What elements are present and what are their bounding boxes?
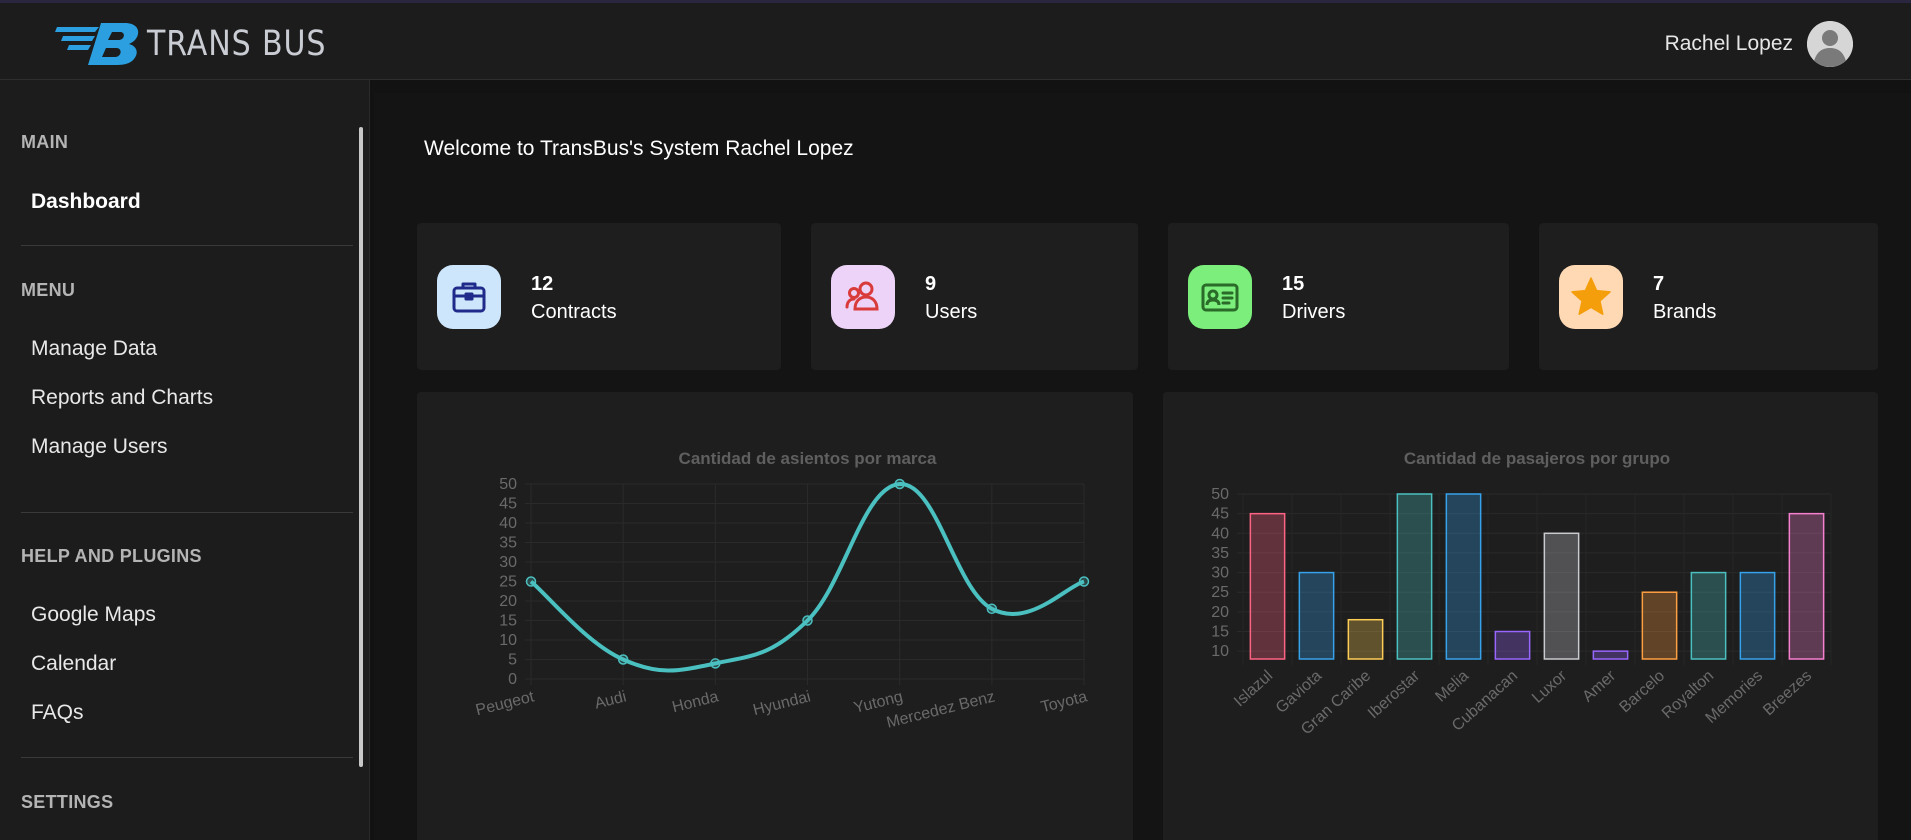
sidebar-item-reports-and-charts[interactable]: Reports and Charts	[31, 386, 213, 410]
divider	[21, 757, 353, 758]
chart-title: Cantidad de pasajeros por grupo	[1404, 449, 1670, 468]
y-tick-label: 35	[499, 535, 517, 552]
welcome-message: Welcome to TransBus's System Rachel Lope…	[424, 137, 854, 160]
divider	[21, 245, 353, 246]
bar	[1543, 532, 1580, 660]
brand-name: TRANS BUS	[147, 24, 327, 64]
top-bar: TRANS BUS Rachel Lopez	[0, 0, 1911, 80]
contracts-count: 12	[531, 273, 554, 295]
y-tick-label: 10	[1211, 643, 1229, 660]
y-tick-label: 30	[499, 554, 517, 571]
x-tick-label: Hyundai	[751, 688, 812, 719]
stat-card-users[interactable]: 9 Users	[811, 223, 1138, 370]
x-tick-label: Peugeot	[474, 688, 536, 719]
sidebar-item-manage-data[interactable]: Manage Data	[31, 337, 157, 361]
x-tick-label: Luxor	[1529, 667, 1571, 707]
star-icon	[1559, 265, 1623, 329]
data-point	[986, 603, 998, 615]
user-name: Rachel Lopez	[1664, 32, 1793, 55]
stat-card-brands[interactable]: 7 Brands	[1539, 223, 1878, 370]
y-tick-label: 35	[1211, 545, 1229, 562]
seats-by-brand-line-chart[interactable]: Cantidad de asientos por marca 0 5 10 15 20 25…	[417, 392, 1133, 840]
divider	[21, 512, 353, 513]
data-point	[617, 654, 629, 665]
y-tick-label: 25	[1211, 584, 1229, 601]
y-tick-label: 5	[508, 652, 517, 669]
data-point	[802, 615, 813, 626]
bar	[1494, 630, 1531, 660]
y-tick-label: 40	[1211, 525, 1229, 542]
y-tick-label: 20	[499, 593, 517, 610]
bar	[1739, 571, 1776, 660]
section-title-main: MAIN	[21, 132, 69, 152]
section-title-help-and-plugins: HELP AND PLUGINS	[21, 546, 202, 566]
sidebar-scrollbar[interactable]	[359, 127, 363, 767]
passengers-by-group-bar-chart[interactable]: Cantidad de pasajeros por grupo 10 15 20 25 3…	[1163, 392, 1878, 840]
bar	[1592, 650, 1629, 660]
x-tick-label: Iberostar	[1365, 667, 1424, 722]
data-point	[894, 478, 905, 490]
users-label: Users	[925, 301, 978, 323]
bar	[1347, 618, 1384, 660]
drivers-count: 15	[1282, 273, 1305, 295]
passengers-by-group-panel: Cantidad de pasajeros por grupo 10 15 20 25 3…	[1163, 392, 1878, 840]
seats-by-brand-panel: Cantidad de asientos por marca 0 5 10 15 20 25…	[417, 392, 1133, 840]
stat-card-drivers[interactable]: 15 Drivers	[1168, 223, 1509, 370]
bar	[1788, 512, 1825, 660]
y-tick-label: 25	[499, 574, 517, 591]
y-tick-label: 15	[1211, 624, 1229, 641]
briefcase-icon	[437, 265, 501, 329]
bar	[1298, 571, 1335, 660]
y-tick-label: 0	[508, 671, 517, 688]
brand-logo[interactable]: TRANS BUS	[55, 21, 356, 67]
y-tick-label: 50	[499, 476, 517, 493]
x-tick-label: Toyota	[1039, 688, 1089, 716]
bar	[1690, 571, 1727, 660]
id-card-icon	[1188, 265, 1252, 329]
data-point	[710, 658, 721, 669]
bar	[1641, 591, 1678, 660]
bar	[1445, 493, 1482, 660]
data-point	[525, 576, 537, 587]
drivers-label: Drivers	[1282, 301, 1346, 323]
brands-label: Brands	[1653, 301, 1717, 323]
sidebar-item-google-maps[interactable]: Google Maps	[31, 603, 156, 627]
y-tick-label: 15	[499, 613, 517, 630]
y-tick-label: 50	[1211, 486, 1229, 503]
y-tick-label: 20	[1211, 604, 1229, 621]
sidebar-item-dashboard[interactable]: Dashboard	[31, 190, 141, 214]
bus-logo-icon	[55, 23, 139, 65]
sidebar-item-manage-users[interactable]: Manage Users	[31, 435, 168, 459]
section-title-settings: SETTINGS	[21, 792, 114, 812]
bar	[1249, 512, 1286, 660]
section-title-menu: MENU	[21, 280, 76, 300]
user-menu[interactable]: Rachel Lopez	[1665, 21, 1853, 67]
users-icon	[831, 265, 895, 329]
y-tick-label: 30	[1211, 565, 1229, 582]
data-point	[1078, 576, 1090, 587]
sidebar-item-faqs[interactable]: FAQs	[31, 701, 84, 725]
user-avatar-icon	[1807, 21, 1853, 67]
x-tick-label: Amer	[1579, 667, 1619, 706]
x-tick-label: Melia	[1432, 667, 1472, 705]
x-tick-label: Audi	[593, 688, 628, 712]
x-tick-label: Islazul	[1231, 667, 1276, 710]
y-tick-label: 10	[499, 632, 517, 649]
x-tick-label: Honda	[670, 688, 720, 716]
sidebar: MAIN Dashboard MENU Manage Data Reports …	[0, 80, 370, 840]
y-tick-label: 40	[499, 515, 517, 532]
contracts-label: Contracts	[531, 301, 617, 323]
stat-card-contracts[interactable]: 12 Contracts	[417, 223, 781, 370]
bar	[1396, 493, 1433, 660]
y-tick-label: 45	[499, 496, 517, 513]
x-tick-label: Breezes	[1760, 667, 1815, 719]
users-count: 9	[925, 273, 937, 295]
avatar[interactable]	[1807, 21, 1853, 67]
y-tick-label: 45	[1211, 506, 1229, 523]
brands-count: 7	[1653, 273, 1665, 295]
chart-title: Cantidad de asientos por marca	[679, 449, 937, 468]
sidebar-item-calendar[interactable]: Calendar	[31, 652, 116, 676]
